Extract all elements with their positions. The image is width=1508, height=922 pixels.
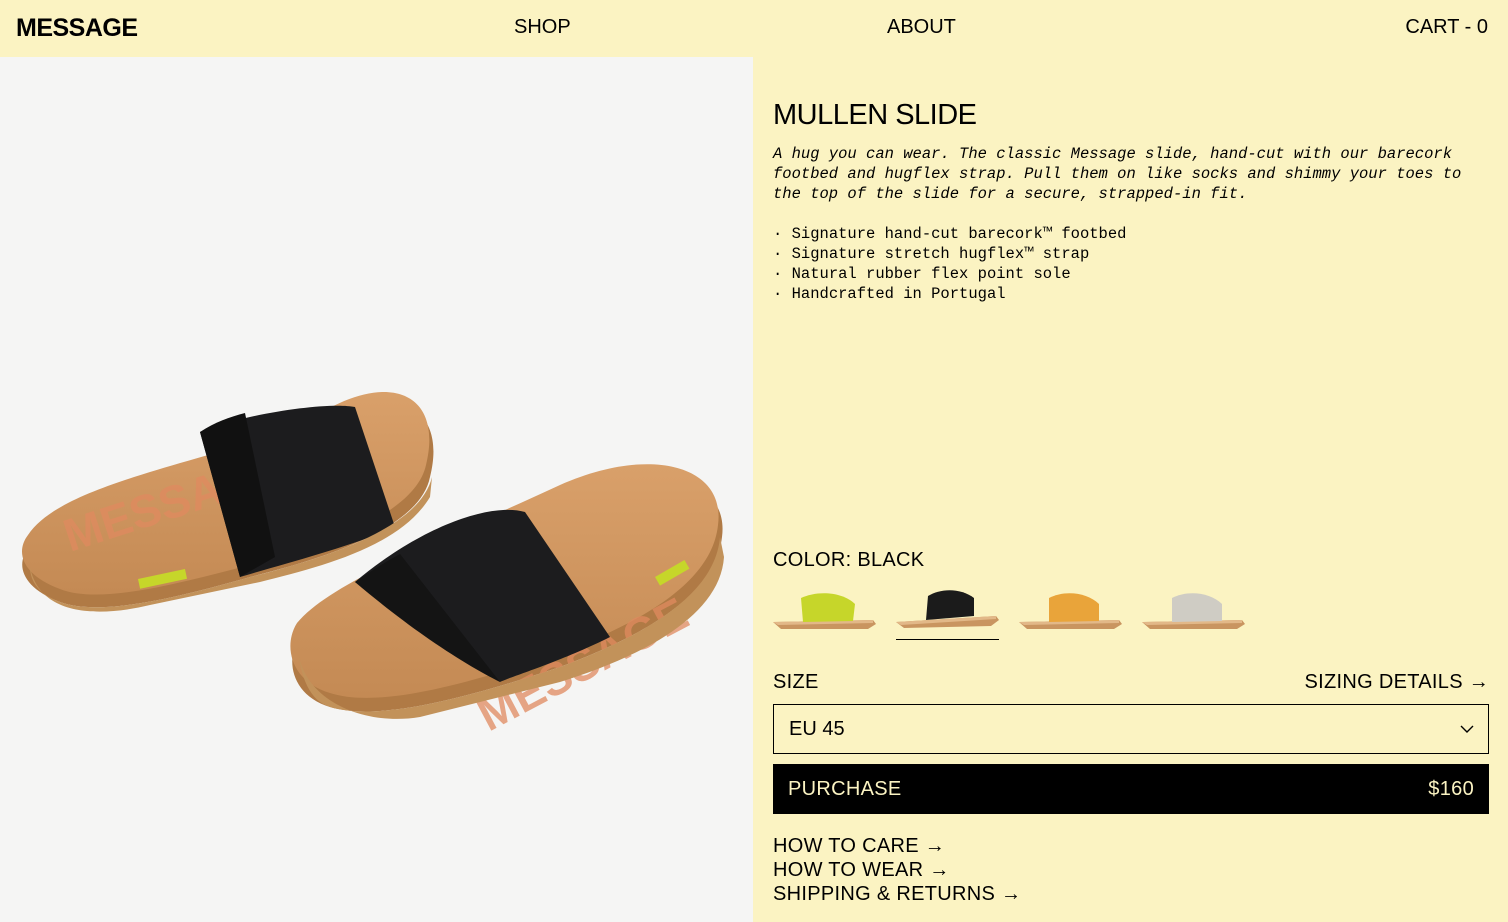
purchase-label: PURCHASE bbox=[788, 777, 902, 800]
size-label: SIZE bbox=[773, 671, 819, 693]
product-description: A hug you can wear. The classic Message … bbox=[773, 145, 1462, 203]
color-label: COLOR: BLACK bbox=[773, 549, 925, 571]
how-to-wear-link[interactable]: HOW TO WEAR → bbox=[773, 858, 1021, 882]
feature-list: Signature hand-cut barecork™ footbed Sig… bbox=[773, 224, 1127, 304]
info-links: HOW TO CARE → HOW TO WEAR → SHIPPING & R… bbox=[773, 834, 1021, 906]
product-photo: MESSAGE MESSAGE bbox=[0, 57, 753, 922]
slide-pair-illustration: MESSAGE MESSAGE bbox=[21, 391, 724, 741]
swatch-lime[interactable] bbox=[773, 582, 876, 640]
swatch-orange[interactable] bbox=[1019, 582, 1122, 640]
shipping-returns-link[interactable]: SHIPPING & RETURNS → bbox=[773, 882, 1021, 906]
chevron-down-icon bbox=[1460, 725, 1474, 733]
nav-shop-link[interactable]: SHOP bbox=[514, 16, 571, 39]
color-swatches bbox=[773, 582, 1245, 640]
how-to-care-link[interactable]: HOW TO CARE → bbox=[773, 834, 1021, 858]
purchase-price: $160 bbox=[1428, 777, 1474, 800]
feature-item: Signature stretch hugflex™ strap bbox=[773, 244, 1126, 264]
swatch-black[interactable] bbox=[896, 582, 999, 640]
feature-item: Natural rubber flex point sole bbox=[773, 264, 1126, 284]
top-navigation-bar: MESSAGE SHOP ABOUT CART - 0 bbox=[0, 0, 1508, 57]
sizing-details-link[interactable]: SIZING DETAILS → bbox=[1305, 671, 1489, 694]
size-select[interactable]: EU 45 bbox=[773, 704, 1489, 754]
feature-item: Signature hand-cut barecork™ footbed bbox=[773, 224, 1127, 244]
product-details-panel: MULLEN SLIDE A hug you can wear. The cla… bbox=[753, 57, 1508, 922]
feature-item: Handcrafted in Portugal bbox=[773, 284, 1126, 304]
product-title: MULLEN SLIDE bbox=[773, 99, 977, 131]
swatch-grey[interactable] bbox=[1142, 582, 1245, 640]
cart-link[interactable]: CART - 0 bbox=[1405, 16, 1488, 39]
size-selected-value: EU 45 bbox=[789, 717, 845, 740]
nav-about-link[interactable]: ABOUT bbox=[887, 16, 956, 39]
brand-logo[interactable]: MESSAGE bbox=[16, 14, 138, 43]
purchase-button[interactable]: PURCHASE $160 bbox=[773, 764, 1489, 814]
